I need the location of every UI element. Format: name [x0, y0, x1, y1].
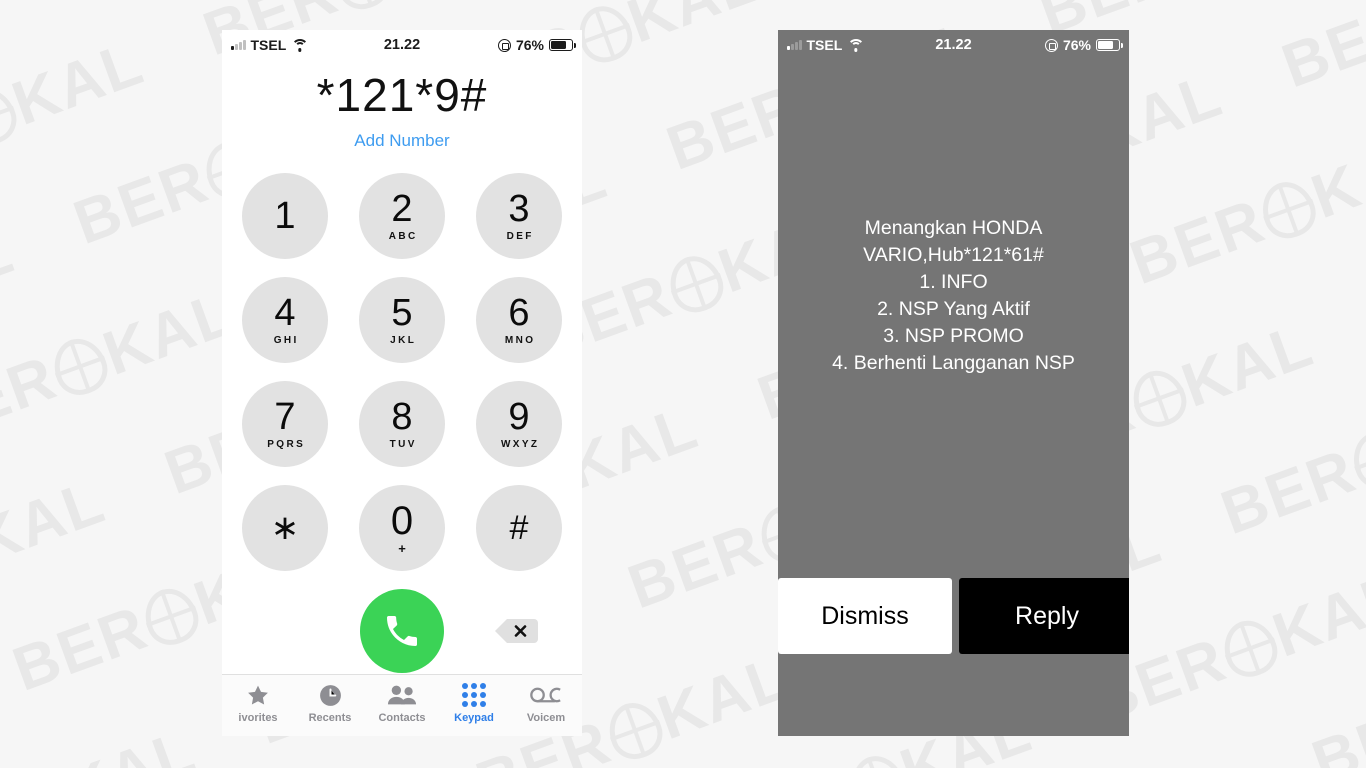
key-7[interactable]: 7 PQRS: [242, 381, 328, 467]
tab-recents[interactable]: Recents: [294, 682, 366, 724]
key-letters: ABC: [388, 231, 418, 242]
backspace-delete-icon[interactable]: [494, 617, 538, 645]
watermark-text: BERKAL: [0, 716, 205, 768]
key-letters: TUV: [389, 439, 417, 450]
tab-label: Contacts: [378, 712, 426, 724]
clock-icon: [318, 682, 343, 708]
page-background: BERKALBERKALBERKALBERKALBERKALBERKALBERK…: [0, 0, 1366, 768]
wifi-icon: [291, 38, 309, 52]
dial-keypad: 1 2 ABC 3 DEF 4 GHI 5 JKL 6 MNO 7 PQRS 8 TUV 9 WXYZ ∗ 0 + #: [222, 173, 582, 571]
key-digit: 7: [274, 396, 296, 438]
carrier-label: TSEL: [250, 37, 287, 53]
wifi-icon: [847, 38, 865, 52]
key-letters: GHI: [273, 335, 299, 346]
key-digit: ∗: [270, 509, 300, 547]
key-3[interactable]: 3 DEF: [476, 173, 562, 259]
key-0[interactable]: 0 +: [359, 485, 445, 571]
ussd-status-bar: TSEL 21.22 76%: [778, 30, 1129, 60]
key-hash[interactable]: #: [476, 485, 562, 571]
key-8[interactable]: 8 TUV: [359, 381, 445, 467]
key-digit: 9: [508, 396, 530, 438]
battery-icon: [1096, 39, 1123, 51]
tab-ivorites[interactable]: ivorites: [222, 682, 294, 724]
battery-percent-label: 76%: [515, 37, 544, 53]
keypad-grid-icon: [462, 682, 486, 708]
ussd-message-text: Menangkan HONDA VARIO,Hub*121*61# 1. INF…: [832, 217, 1075, 374]
key-digit: 3: [508, 188, 530, 230]
call-action-row: [222, 585, 582, 681]
key-5[interactable]: 5 JKL: [359, 277, 445, 363]
key-letters: PQRS: [267, 439, 306, 450]
key-9[interactable]: 9 WXYZ: [476, 381, 562, 467]
tab-label: ivorites: [238, 712, 278, 724]
key-letters: WXYZ: [500, 439, 540, 450]
key-digit: 6: [508, 292, 530, 334]
key-digit: 5: [391, 292, 413, 334]
add-number-link[interactable]: Add Number: [222, 131, 582, 151]
rotation-lock-icon: [1044, 38, 1058, 52]
rotation-lock-icon: [497, 38, 511, 52]
ussd-dialog-actions: Dismiss Reply: [778, 578, 1129, 654]
tab-voicem[interactable]: Voicem: [510, 682, 582, 724]
key-6[interactable]: 6 MNO: [476, 277, 562, 363]
dismiss-button[interactable]: Dismiss: [778, 578, 952, 654]
phone-dialer-screenshot: TSEL 21.22 76% *121*9# Add Number 1 2 ABC 3…: [222, 30, 582, 736]
tab-contacts[interactable]: Contacts: [366, 682, 438, 724]
battery-percent-label: 76%: [1062, 37, 1091, 53]
contacts-people-icon: [387, 682, 417, 708]
ussd-response-screenshot: TSEL 21.22 76% Menangkan HONDA VARIO,Hub…: [778, 30, 1129, 736]
reply-button[interactable]: Reply: [959, 578, 1129, 654]
tab-label: Recents: [308, 712, 352, 724]
signal-bars-icon: [231, 40, 246, 50]
key-digit: 1: [274, 195, 296, 237]
key-digit: 4: [274, 292, 296, 334]
key-letters: MNO: [504, 335, 536, 346]
voicemail-icon: [530, 682, 562, 708]
key-letters: JKL: [390, 335, 417, 346]
key-1[interactable]: 1: [242, 173, 328, 259]
key-star[interactable]: ∗: [242, 485, 328, 571]
key-4[interactable]: 4 GHI: [242, 277, 328, 363]
key-digit: 0: [390, 498, 414, 543]
call-button[interactable]: [360, 589, 444, 673]
tab-keypad[interactable]: Keypad: [438, 682, 510, 724]
watermark-text: BERKAL: [1273, 0, 1366, 102]
tab-label: Keypad: [454, 712, 494, 724]
key-digit: #: [509, 509, 529, 547]
tab-label: Voicem: [526, 712, 566, 724]
carrier-label: TSEL: [806, 37, 843, 53]
dialer-status-bar: TSEL 21.22 76%: [222, 30, 582, 60]
key-letters: DEF: [506, 231, 534, 242]
key-2[interactable]: 2 ABC: [359, 173, 445, 259]
star-icon: [245, 682, 271, 708]
signal-bars-icon: [787, 40, 802, 50]
key-digit: 8: [391, 396, 413, 438]
key-letters: +: [398, 540, 406, 556]
key-digit: 2: [391, 188, 413, 230]
watermark-pattern: BERKALBERKALBERKALBERKALBERKALBERKALBERK…: [0, 0, 1366, 768]
dialer-tab-bar: ivorites Recents Contacts Keypad Voicem: [222, 674, 582, 736]
dialed-number-display: *121*9#: [316, 69, 488, 121]
battery-icon: [549, 39, 576, 51]
